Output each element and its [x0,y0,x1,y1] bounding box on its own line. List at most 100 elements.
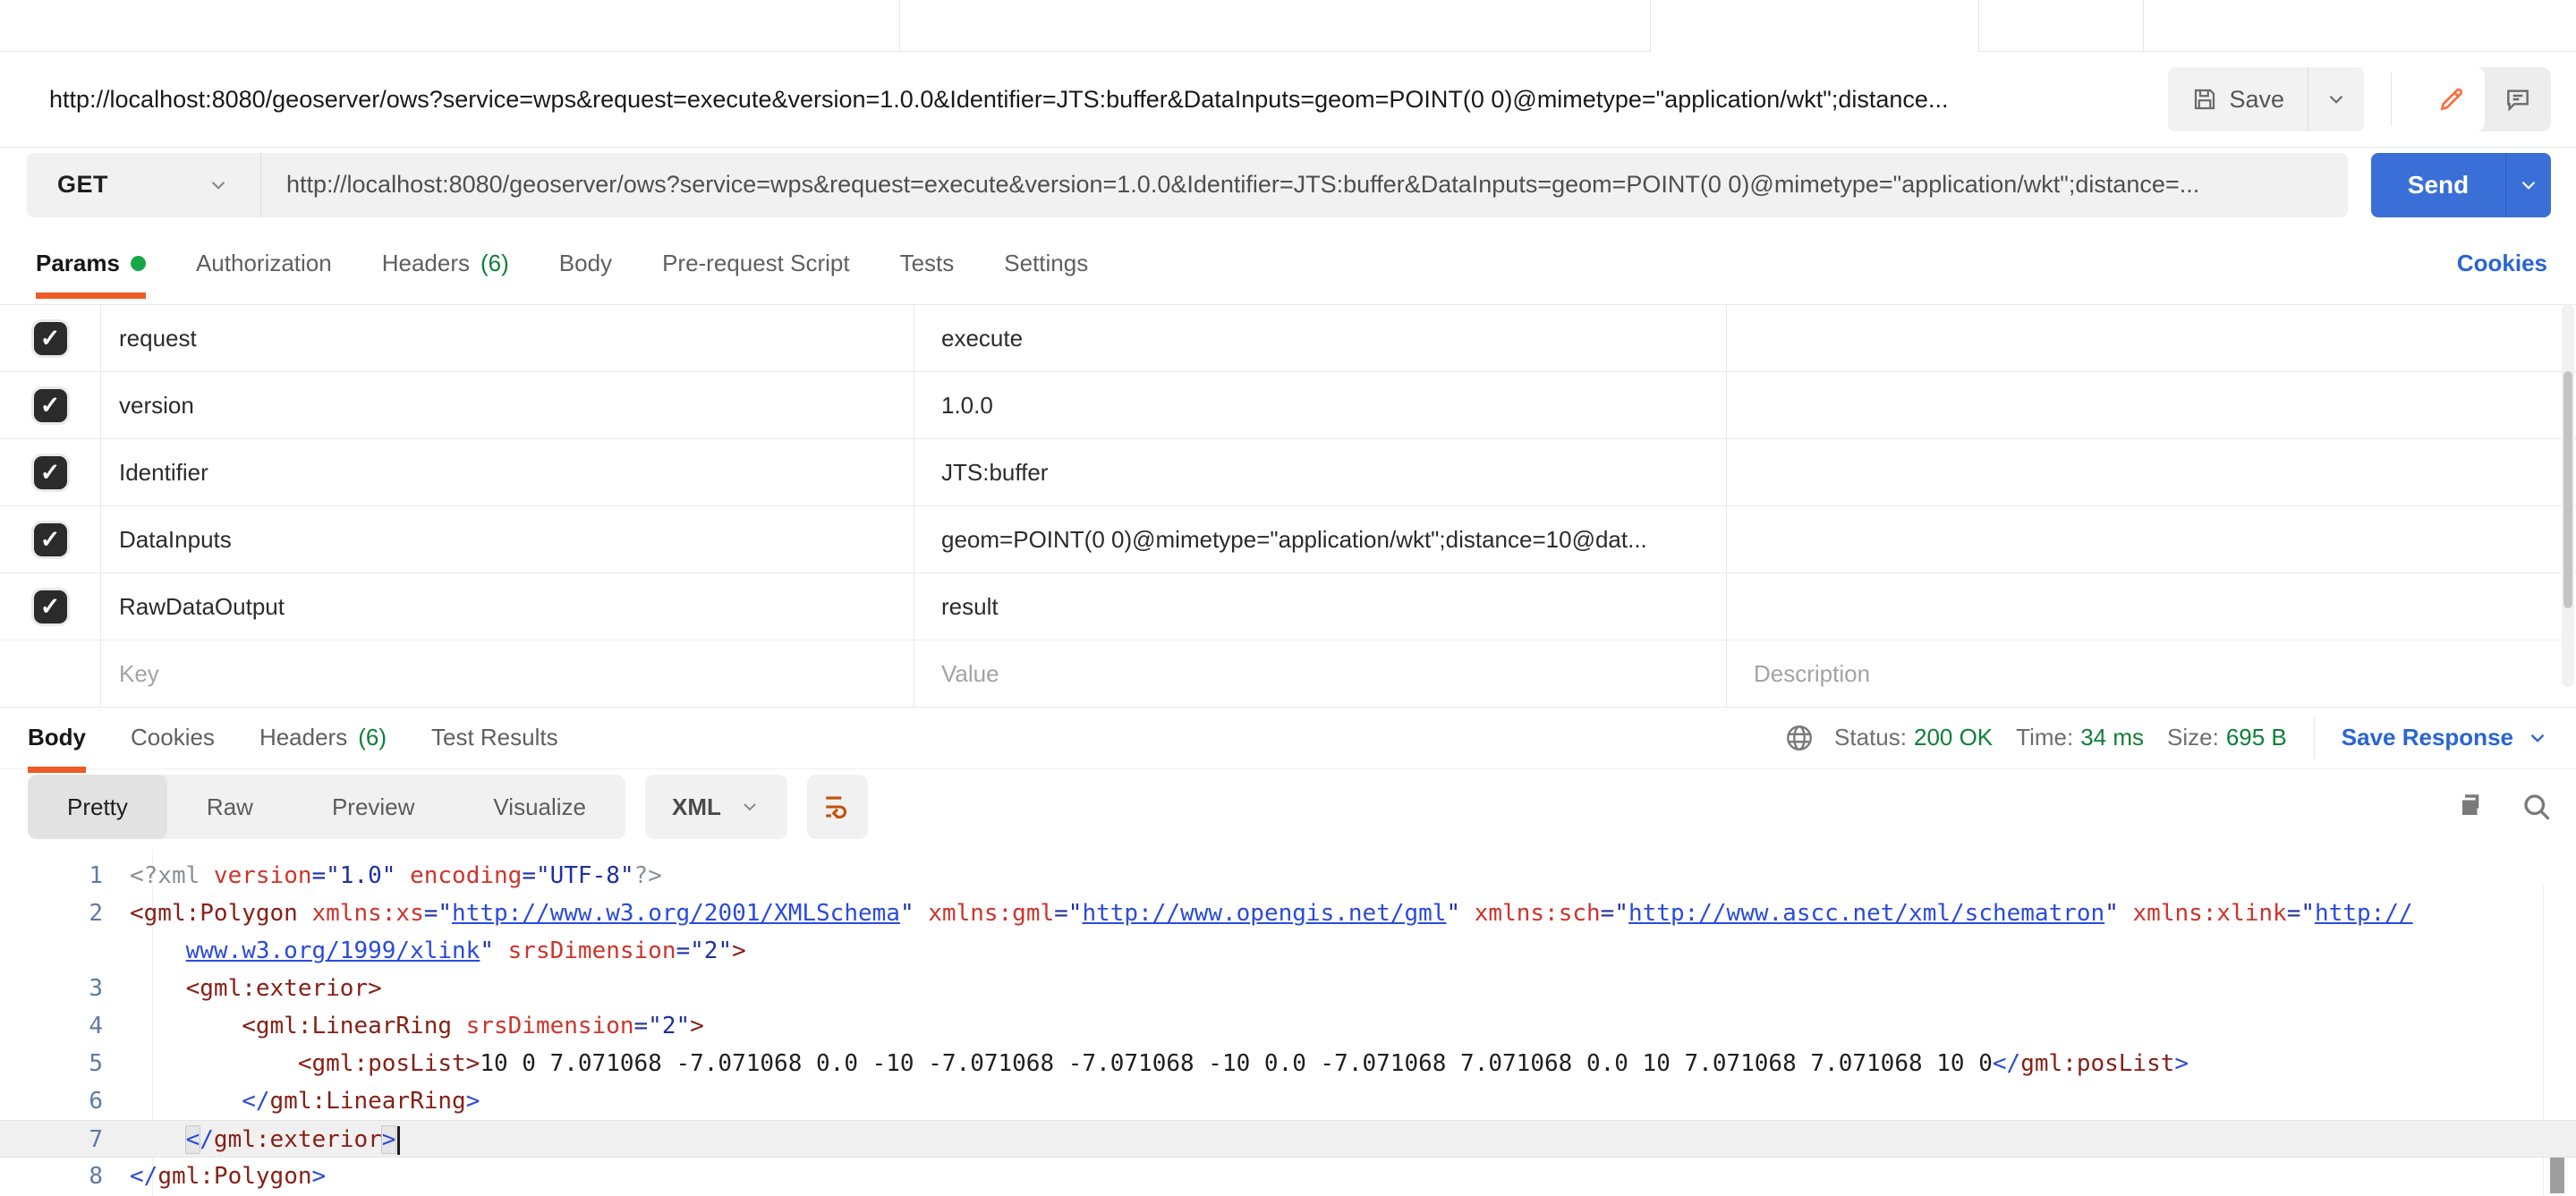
xml-token: > [2174,1050,2189,1077]
param-checkbox[interactable]: ✓ [34,523,67,556]
method-select[interactable]: GET [27,153,261,217]
xml-token: xmlns:sch [1460,900,1601,927]
response-view-switch: PrettyRawPreviewVisualize [28,775,625,839]
param-row: ✓ requestexecute [0,305,2576,372]
send-button-group: Send [2371,153,2551,217]
xml-link[interactable]: www.w3.org/1999/xlink [186,937,480,964]
param-checkbox[interactable]: ✓ [34,389,67,422]
response-body-editor[interactable]: 1<?xml version="1.0" encoding="UTF-8"?>2… [0,850,2576,1196]
save-response-button[interactable]: Save Response [2342,724,2549,751]
language-value: XML [672,793,721,821]
param-checkbox-cell: ✓ [0,573,101,640]
code-line: 1<?xml version="1.0" encoding="UTF-8"?> [0,857,2576,895]
tab-authorization[interactable]: Authorization [196,233,332,293]
method-value: GET [57,171,108,199]
xml-token: </ [242,1088,269,1115]
param-description-cell[interactable] [1727,372,2576,438]
param-value-cell[interactable]: execute [914,305,1727,371]
tab-label: Params [36,250,120,277]
save-options-button[interactable] [2308,67,2364,131]
tab-settings[interactable]: Settings [1004,233,1088,293]
param-key-placeholder[interactable]: Key [101,640,914,707]
meta-label: Time: [2016,724,2073,751]
active-request-tab[interactable] [1650,0,1979,52]
param-description-placeholder[interactable]: Description [1727,640,2576,707]
save-button[interactable]: Save [2168,67,2308,131]
xml-token: " [2104,900,2119,927]
xml-token: < [185,1125,201,1154]
code-content: <gml:LinearRing srsDimension="2"> [130,1007,704,1045]
param-value-cell[interactable]: geom=POINT(0 0)@mimetype="application/wk… [914,506,1727,573]
param-description-cell[interactable] [1727,573,2576,640]
param-checkbox[interactable]: ✓ [34,456,67,489]
unsaved-dot-icon [131,256,146,271]
code-line: 3<gml:exterior> [0,970,2576,1007]
language-select[interactable]: XML [645,775,787,839]
param-key-cell[interactable]: RawDataOutput [101,573,914,640]
param-key-cell[interactable]: version [101,372,914,438]
line-number: 3 [0,970,103,1007]
tab-pre-request-script[interactable]: Pre-request Script [662,233,850,293]
xml-token: <gml:posList> [298,1050,480,1077]
tab-label: Tests [900,250,955,277]
xml-link[interactable]: http://www.w3.org/2001/XMLSchema [452,900,900,927]
search-icon[interactable] [2521,791,2553,823]
xml-link[interactable]: http://www.opengis.net/gml [1082,900,1446,927]
param-value-cell[interactable]: 1.0.0 [914,372,1727,438]
tab-headers[interactable]: Headers(6) [382,233,509,293]
app-tab-bar[interactable] [0,0,2576,52]
params-table: ✓ requestexecute ✓ version1.0.0 ✓ IdentifierJ… [0,304,2576,708]
xml-token: gml:LinearRing [270,1088,466,1115]
param-key-cell[interactable]: Identifier [101,439,914,505]
response-tab-cookies[interactable]: Cookies [131,708,215,768]
param-placeholder-row: KeyValueDescription [0,640,2576,708]
request-scrollbar[interactable] [2562,304,2574,687]
param-value-cell[interactable]: JTS:buffer [914,439,1727,505]
edit-button[interactable] [2419,67,2485,131]
send-options-button[interactable] [2505,153,2551,217]
divider [2391,72,2392,126]
param-checkbox[interactable]: ✓ [34,590,67,623]
param-description-cell[interactable] [1727,506,2576,573]
view-raw[interactable]: Raw [167,775,293,839]
param-key-cell[interactable]: DataInputs [101,506,914,573]
xml-link[interactable]: http:// [2315,900,2413,927]
tab-body[interactable]: Body [559,233,612,293]
globe-icon[interactable] [1784,723,1815,753]
response-tab-test-results[interactable]: Test Results [431,708,558,768]
comments-button[interactable] [2485,67,2551,131]
param-key-cell[interactable]: request [101,305,914,371]
meta-value: 200 OK [1914,724,1993,751]
send-button[interactable]: Send [2371,153,2505,217]
scrollbar-thumb[interactable] [2563,371,2572,608]
response-tab-headers[interactable]: Headers(6) [259,708,387,768]
param-checkbox-cell: ✓ [0,372,101,438]
request-tabs-row: Params Authorization Headers(6) Body Pre-req… [0,222,2576,304]
xml-link[interactable]: http://www.ascc.net/xml/schematron [1628,900,2104,927]
meta-label: Size: [2167,724,2219,751]
param-value-placeholder[interactable]: Value [914,640,1727,707]
tab-params[interactable]: Params [36,233,146,293]
param-description-cell[interactable] [1727,305,2576,371]
pencil-icon [2437,85,2466,114]
url-input[interactable] [261,153,2348,217]
chevron-down-icon [2517,174,2540,197]
view-pretty[interactable]: Pretty [28,775,167,839]
param-description-cell[interactable] [1727,439,2576,505]
view-visualize[interactable]: Visualize [454,775,625,839]
cookies-link[interactable]: Cookies [2457,250,2547,277]
response-meta: Status:200 OKTime:34 msSize:695 B Save R… [1784,717,2549,759]
xml-token: ="1.0" [312,862,411,889]
tab-tests[interactable]: Tests [900,233,955,293]
response-tab-body[interactable]: Body [28,708,86,768]
xml-token: gml:exterior [214,1126,382,1153]
param-checkbox-cell: ✓ [0,439,101,505]
param-value-cell[interactable]: result [914,573,1727,640]
copy-button[interactable] [2454,791,2487,823]
wrap-lines-button[interactable] [807,775,868,839]
xml-token: srsDimension [452,1013,634,1039]
title-actions: Save [2168,67,2551,131]
param-checkbox[interactable]: ✓ [34,322,67,355]
param-row: ✓ RawDataOutputresult [0,573,2576,640]
view-preview[interactable]: Preview [293,775,454,839]
